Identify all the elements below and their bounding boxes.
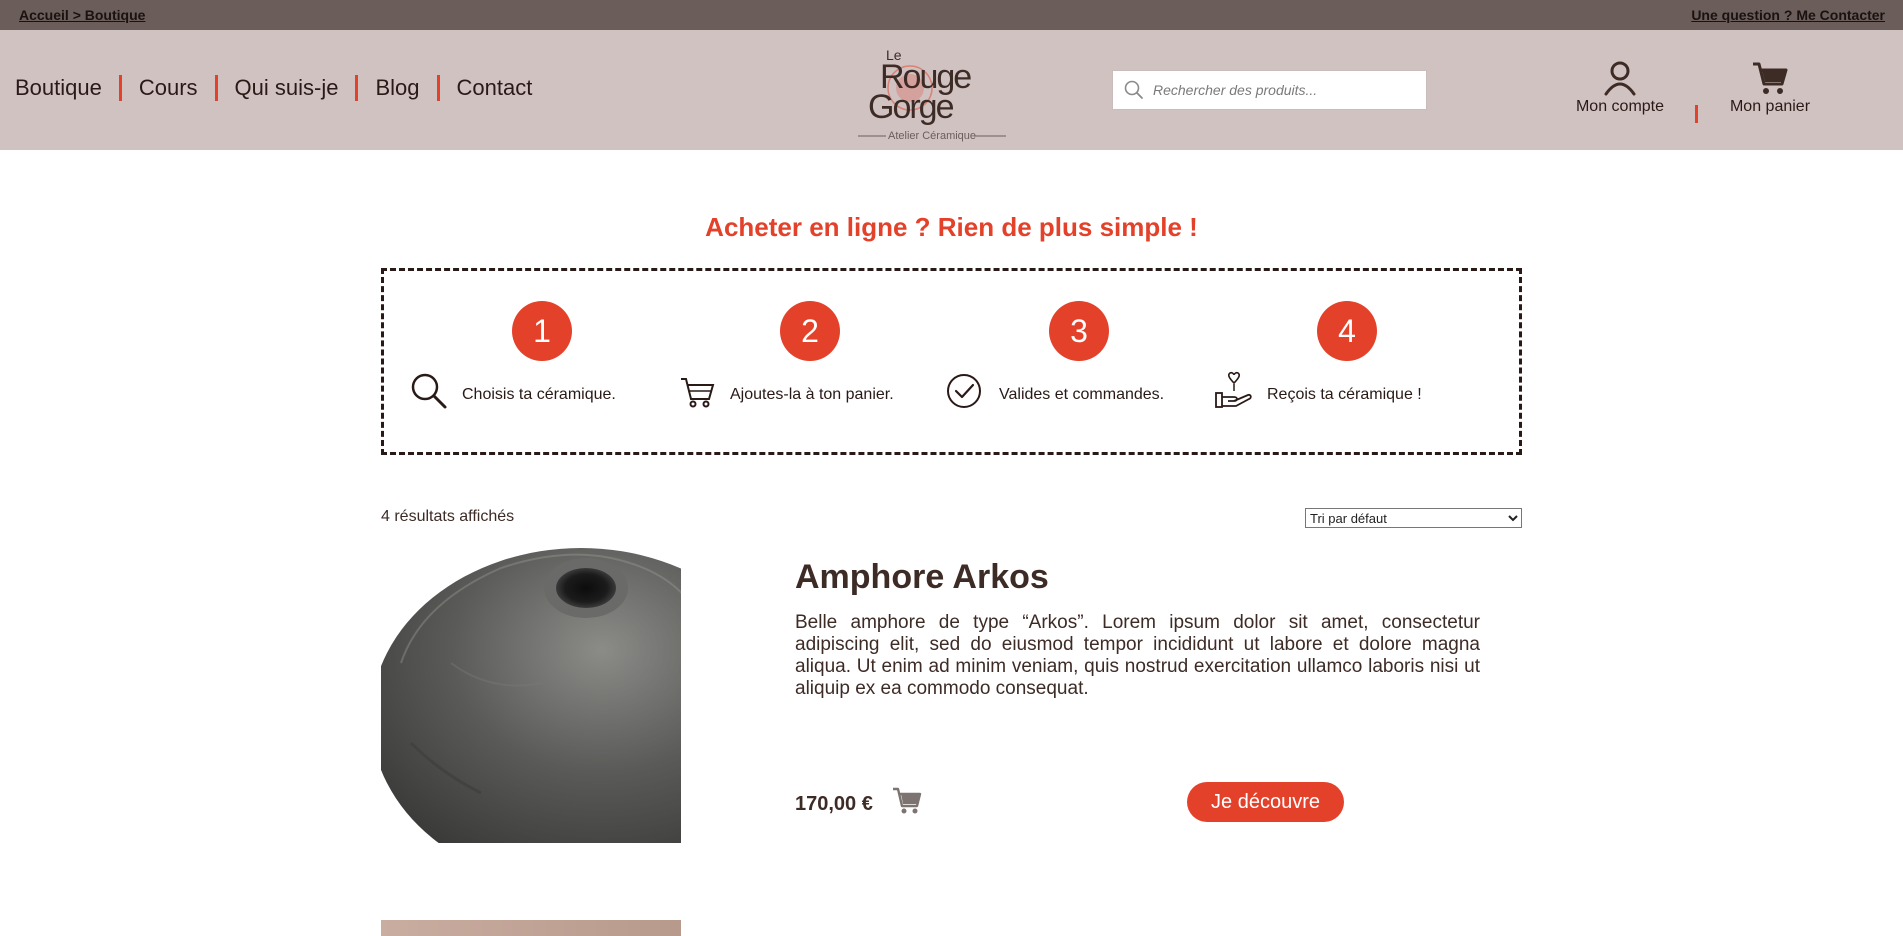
step-text: Valides et commandes. (999, 386, 1165, 403)
logo-tagline: Atelier Céramique (888, 130, 976, 142)
step-text: Reçois ta céramique ! (1267, 386, 1422, 403)
logo-gorge: Gorge (868, 88, 954, 126)
nav-separator (355, 75, 359, 101)
nav-item-contact[interactable]: Contact (457, 75, 533, 101)
step-number: 3 (1049, 301, 1109, 361)
step-number: 2 (780, 301, 840, 361)
main-nav: Boutique Cours Qui suis-je Blog Contact (15, 75, 532, 101)
results-count: 4 résultats affichés (381, 508, 515, 525)
search-input[interactable] (1153, 82, 1413, 98)
cart-label: Mon panier (1729, 98, 1811, 115)
nav-item-cours[interactable]: Cours (139, 75, 198, 101)
nav-item-boutique[interactable]: Boutique (15, 75, 102, 101)
step-1: 1 Choisis ta céramique. (379, 301, 629, 421)
nav-item-qui-suis-je[interactable]: Qui suis-je (235, 75, 339, 101)
breadcrumb[interactable]: Accueil > Boutique (19, 7, 145, 23)
top-bar: Accueil > Boutique Une question ? Me Con… (0, 0, 1903, 30)
step-4: 4 Reçois ta céramique ! (1184, 301, 1434, 421)
step-3: 3 Valides et commandes. (916, 301, 1166, 421)
product-price: 170,00 € (795, 793, 873, 815)
hand-heart-icon (1215, 371, 1252, 408)
cart-icon (1753, 62, 1788, 94)
contact-link[interactable]: Une question ? Me Contacter (1691, 7, 1885, 23)
sort-select[interactable]: Tri par défaut (1305, 508, 1522, 528)
account-label: Mon compte (1575, 98, 1665, 115)
step-text: Ajoutes-la à ton panier. (730, 386, 894, 403)
product-description: Belle amphore de type “Arkos”. Lorem ips… (795, 612, 1480, 699)
nav-item-blog[interactable]: Blog (375, 75, 419, 101)
nav-separator (118, 75, 122, 101)
step-text: Choisis ta céramique. (462, 386, 616, 403)
step-number: 1 (512, 301, 572, 361)
site-logo[interactable]: Le Rouge Gorge Atelier Céramique (850, 38, 1010, 144)
discover-button[interactable]: Je découvre (1187, 782, 1344, 822)
product-image[interactable] (381, 543, 681, 843)
product-title[interactable]: Amphore Arkos (795, 558, 1049, 597)
magnifier-icon (411, 373, 447, 409)
steps-title: Acheter en ligne ? Rien de plus simple ! (705, 212, 1198, 242)
check-circle-icon (947, 374, 981, 408)
nav-separator (214, 75, 218, 101)
step-number: 4 (1317, 301, 1377, 361)
header-separator (1695, 105, 1698, 123)
cart-icon (681, 378, 715, 408)
product-search (1112, 70, 1427, 110)
nav-separator (436, 75, 440, 101)
amphora-illustration (381, 543, 681, 843)
site-header: Boutique Cours Qui suis-je Blog Contact … (0, 30, 1903, 150)
steps-box: 1 Choisis ta céramique. 2 Ajoutes-la à t… (381, 268, 1522, 455)
search-icon[interactable] (1123, 79, 1145, 101)
account-link[interactable]: Mon compte (1565, 60, 1675, 116)
next-product-image[interactable] (381, 920, 681, 936)
add-to-cart-icon[interactable] (892, 786, 922, 816)
user-icon (1604, 61, 1636, 96)
cart-link[interactable]: Mon panier (1715, 60, 1825, 116)
step-2: 2 Ajoutes-la à ton panier. (647, 301, 897, 421)
